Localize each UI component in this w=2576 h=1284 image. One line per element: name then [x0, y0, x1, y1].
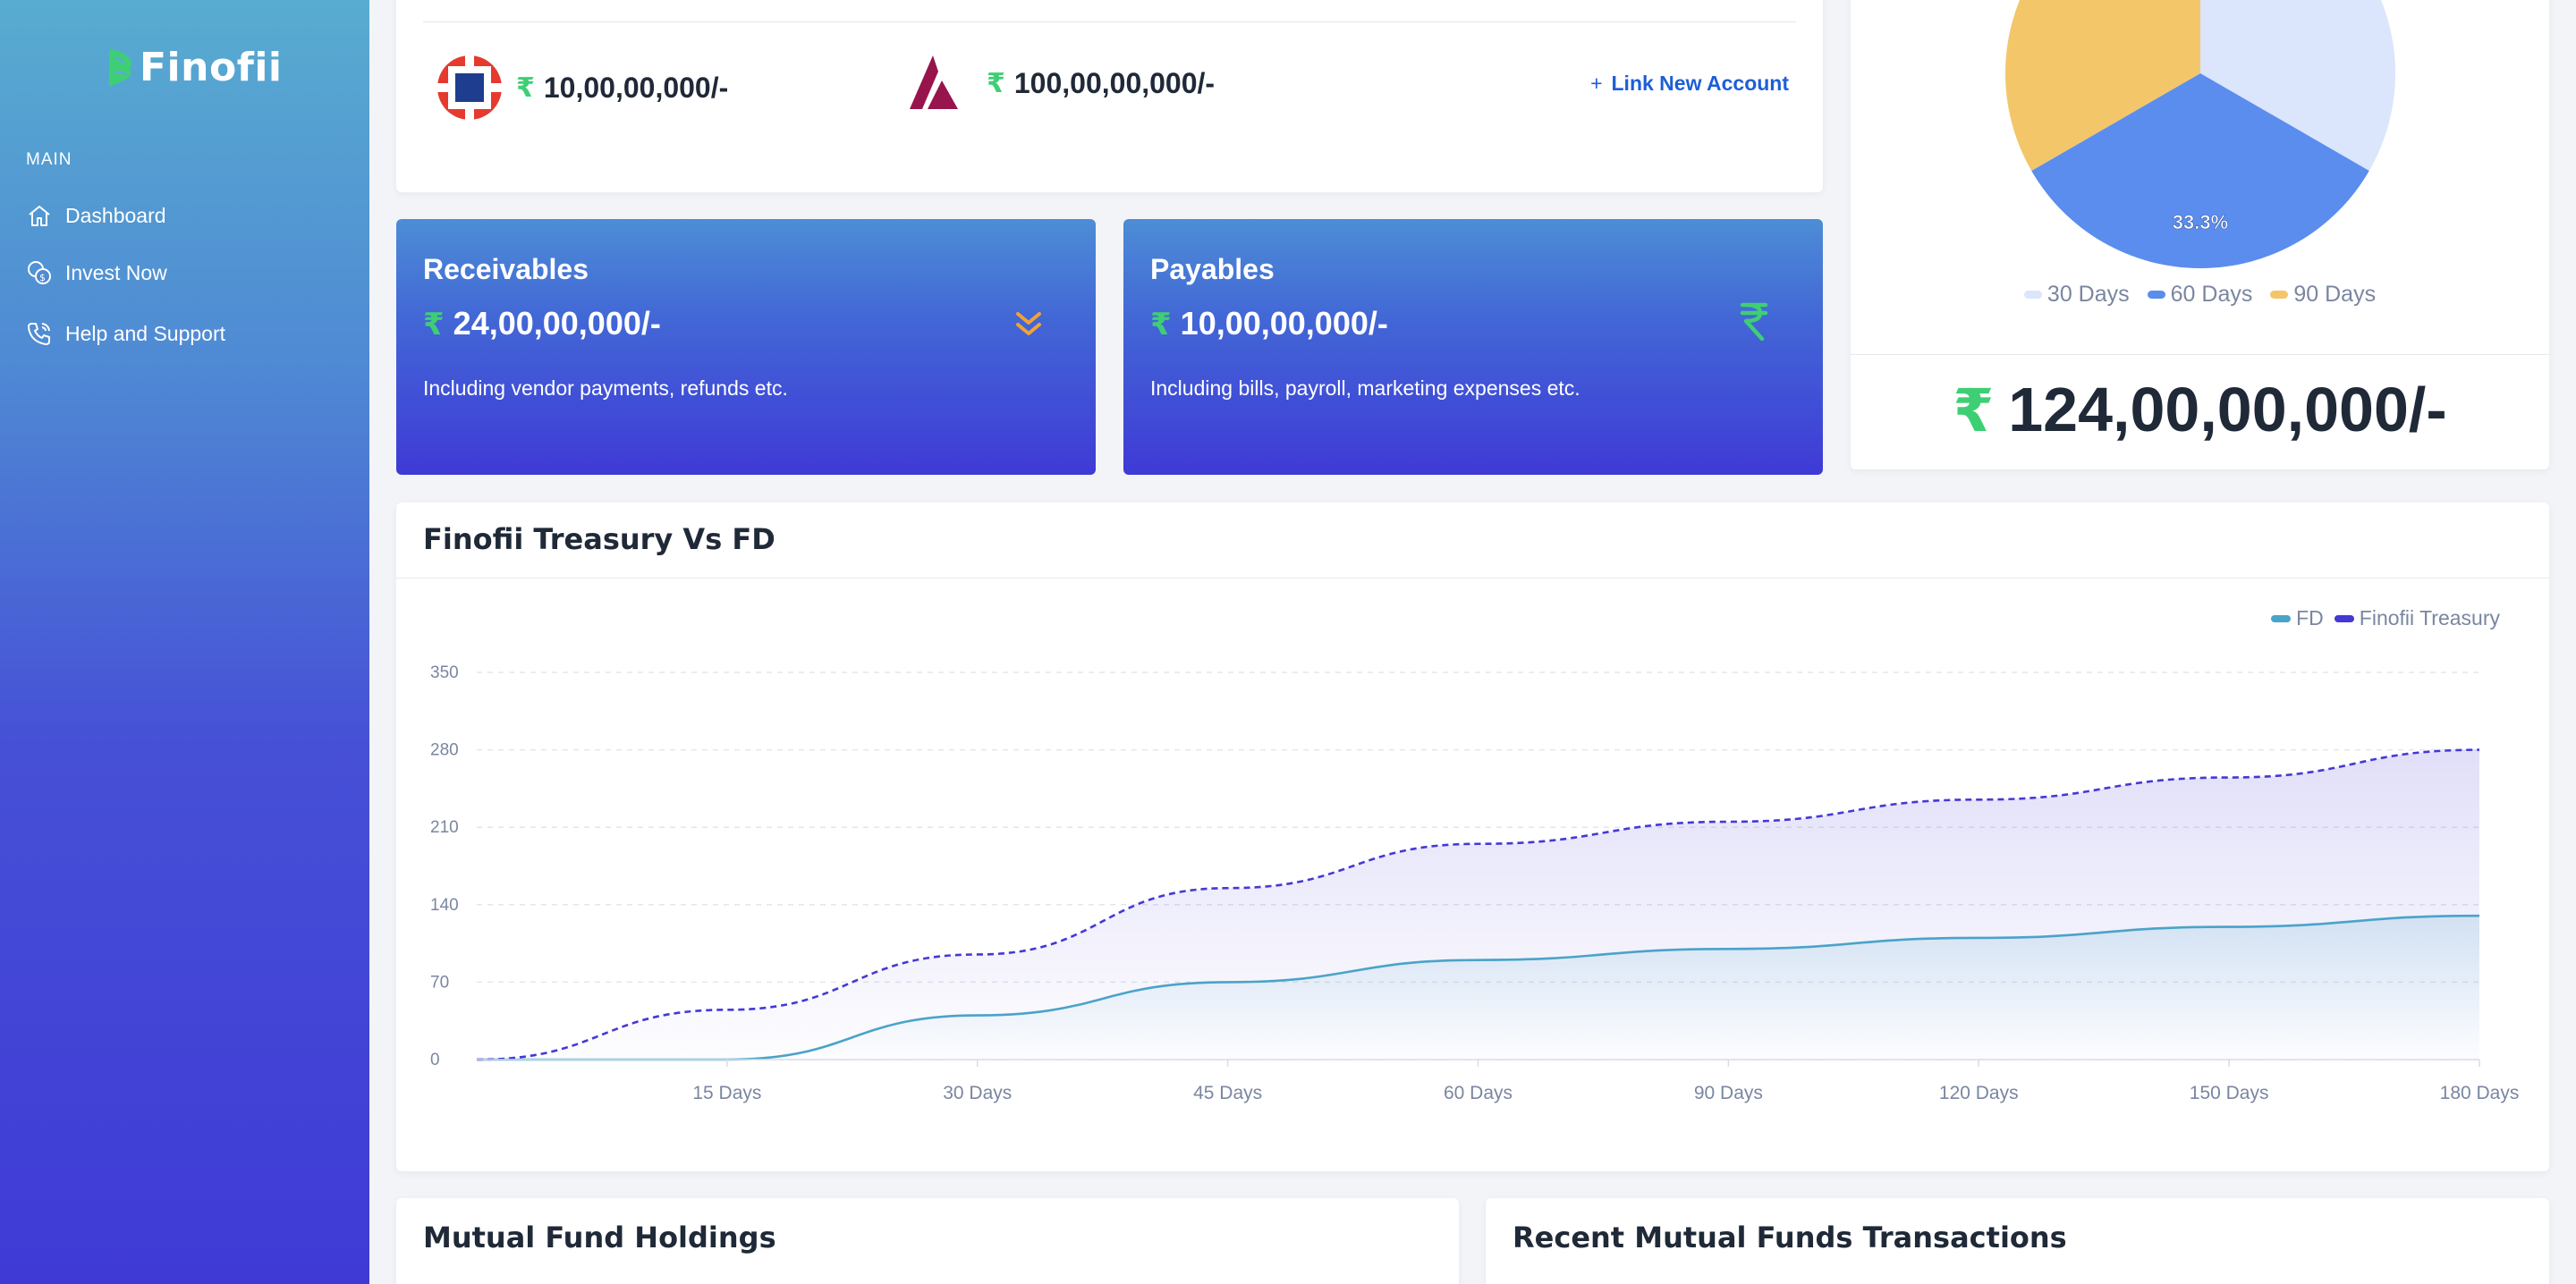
x-tick-label: 45 Days	[1193, 1083, 1262, 1103]
brand-name: Finofii	[140, 45, 283, 90]
sidebar-item-label: Help and Support	[65, 321, 226, 345]
sidebar-item-label: Invest Now	[65, 260, 167, 284]
hdfc-bank-logo-icon	[436, 54, 504, 122]
linked-accounts-card: ₹ 10,00,00,000/- ₹ 100,00,00,000/- + Link…	[396, 0, 1823, 192]
payables-description: Including bills, payroll, marketing expe…	[1150, 376, 1580, 400]
total-balance: ₹124,00,00,000/-	[1851, 374, 2549, 445]
pie-slice-label: 33.3%	[2173, 211, 2228, 233]
x-tick-label: 150 Days	[2190, 1083, 2269, 1103]
sidebar: Finofii MAIN Dashboard $ Invest Now Help…	[0, 0, 369, 1284]
divider	[423, 21, 1796, 22]
x-tick-label: 90 Days	[1694, 1083, 1763, 1103]
phone-icon	[28, 323, 50, 345]
y-tick-label: 350	[430, 663, 459, 682]
finofii-logo-icon	[106, 47, 138, 89]
legend-item-30-days[interactable]: 30 Days	[2023, 282, 2130, 308]
plus-icon: +	[1590, 72, 1603, 95]
rupee-symbol: ₹	[1953, 377, 1995, 443]
rupee-symbol: ₹	[423, 308, 445, 342]
x-tick-label: 180 Days	[2440, 1083, 2520, 1103]
y-tick-label: 140	[430, 896, 459, 915]
x-tick-label: 120 Days	[1939, 1083, 2019, 1103]
sidebar-item-invest-now[interactable]: $ Invest Now	[26, 259, 167, 286]
receivables-card[interactable]: Receivables ₹24,00,00,000/- Including ve…	[396, 219, 1096, 475]
treasury-vs-fd-card: Finofii Treasury Vs FD FD Finofii Treasu…	[396, 503, 2549, 1171]
receivables-title: Receivables	[423, 253, 589, 285]
sidebar-item-help-and-support[interactable]: Help and Support	[26, 320, 225, 347]
legend-item-60-days[interactable]: 60 Days	[2147, 282, 2253, 308]
receivables-amount: 24,00,00,000/-	[453, 305, 661, 342]
pie-legend: 30 Days 60 Days 90 Days	[1851, 282, 2549, 308]
receivables-description: Including vendor payments, refunds etc.	[423, 376, 788, 400]
rupee-symbol: ₹	[1150, 308, 1172, 342]
link-new-account-label: Link New Account	[1611, 72, 1790, 95]
double-chevron-down-icon	[1013, 308, 1045, 345]
axis-bank-logo-icon	[910, 55, 958, 109]
legend-swatch	[2270, 291, 2289, 299]
x-tick-label: 60 Days	[1444, 1083, 1513, 1103]
coins-icon: $	[28, 261, 51, 284]
payables-amount: 10,00,00,000/-	[1180, 305, 1388, 342]
legend-item-90-days[interactable]: 90 Days	[2270, 282, 2376, 308]
y-tick-label: 210	[430, 818, 459, 837]
recent-transactions-title: Recent Mutual Funds Transactions	[1513, 1221, 2067, 1254]
legend-label: 90 Days	[2293, 282, 2377, 307]
payables-amount-row: ₹10,00,00,000/-	[1150, 305, 1388, 342]
y-tick-label: 280	[430, 741, 459, 760]
account-balance: 10,00,00,000/-	[543, 71, 729, 104]
recent-transactions-card: Recent Mutual Funds Transactions	[1486, 1198, 2549, 1284]
sidebar-item-label: Dashboard	[65, 203, 166, 227]
y-tick-label: 0	[430, 1051, 440, 1069]
account-axis[interactable]: ₹ 100,00,00,000/-	[906, 54, 1215, 113]
y-tick-label: 70	[430, 973, 449, 992]
maturity-pie-chart: 33.3%	[2005, 0, 2395, 269]
legend-label: 60 Days	[2170, 282, 2253, 307]
x-tick-label: 30 Days	[943, 1083, 1012, 1103]
receivables-amount-row: ₹24,00,00,000/-	[423, 305, 661, 342]
total-balance-value: 124,00,00,000/-	[2008, 375, 2447, 444]
divider	[1851, 354, 2549, 355]
legend-label: 30 Days	[2046, 282, 2130, 307]
rupee-symbol: ₹	[987, 68, 1005, 98]
mutual-fund-holdings-title: Mutual Fund Holdings	[423, 1221, 776, 1254]
nav-section-label: MAIN	[26, 150, 72, 169]
svg-text:$: $	[39, 272, 46, 283]
account-hdfc[interactable]: ₹ 10,00,00,000/-	[436, 54, 728, 122]
payables-card[interactable]: Payables ₹10,00,00,000/- Including bills…	[1123, 219, 1823, 475]
x-tick-label: 15 Days	[692, 1083, 761, 1103]
mutual-fund-holdings-card: Mutual Fund Holdings	[396, 1198, 1459, 1284]
legend-swatch	[2147, 291, 2165, 299]
brand-logo[interactable]: Finofii	[106, 45, 283, 90]
link-new-account-button[interactable]: + Link New Account	[1590, 72, 1789, 96]
legend-swatch	[2023, 291, 2042, 299]
sidebar-item-dashboard[interactable]: Dashboard	[26, 202, 166, 229]
treasury-line-chart: 0 70 140 210 280 350 15 Days 30 Days 45 Days 60 D…	[430, 663, 2520, 1103]
rupee-icon	[1739, 301, 1769, 345]
payables-title: Payables	[1150, 253, 1275, 285]
portfolio-pie-card: 33.3% 30 Days 60 Days 90 Days ₹124,00,00…	[1851, 0, 2549, 469]
home-icon	[29, 206, 50, 226]
account-balance: 100,00,00,000/-	[1013, 66, 1216, 99]
rupee-symbol: ₹	[516, 72, 535, 103]
